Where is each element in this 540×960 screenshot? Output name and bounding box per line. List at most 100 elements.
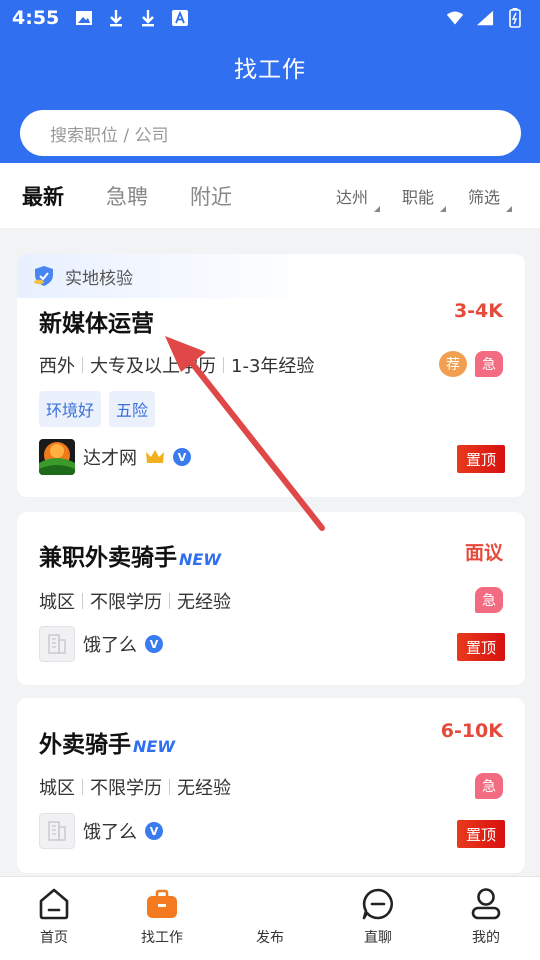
- job-title: 兼职外卖骑手 NEW: [39, 538, 221, 572]
- job-card[interactable]: 兼职外卖骑手 NEW 面议 城区 不限学历 无经验 急 饿了么 V 置顶: [17, 512, 525, 685]
- bottom-nav: 首页 找工作 发布 直聊 我的: [0, 876, 540, 960]
- verified-label: 实地核验: [65, 268, 133, 289]
- job-salary: 3-4K: [453, 300, 503, 322]
- nav-home[interactable]: 首页: [0, 877, 108, 960]
- company-name: 饿了么: [83, 822, 137, 843]
- divider: [169, 779, 170, 795]
- job-experience: 无经验: [177, 778, 231, 799]
- urgent-badge: 急: [475, 587, 503, 613]
- job-salary: 6-10K: [440, 720, 503, 742]
- plus-icon: [253, 887, 287, 921]
- company-name: 达才网: [83, 448, 137, 469]
- image-icon: [75, 9, 93, 27]
- nav-label: 发布: [256, 930, 284, 946]
- pinned-badge: 置顶: [457, 820, 505, 848]
- nav-label: 首页: [40, 930, 68, 946]
- job-badges: 急: [475, 587, 503, 613]
- nav-publish[interactable]: 发布: [216, 877, 324, 960]
- job-education: 不限学历: [90, 592, 162, 613]
- signal-icon: [476, 9, 494, 27]
- company-info[interactable]: 达才网 V: [39, 439, 191, 475]
- status-bar: 4:55: [0, 0, 540, 36]
- recommend-badge: 荐: [439, 351, 467, 377]
- job-location: 城区: [39, 778, 75, 799]
- chat-icon: [361, 887, 395, 921]
- search-input[interactable]: 搜索职位 / 公司: [20, 110, 521, 156]
- divider: [223, 357, 224, 373]
- user-icon: [469, 887, 503, 921]
- nav-label: 我的: [472, 930, 500, 946]
- download-icon: [107, 9, 125, 27]
- job-title-text: 新媒体运营: [39, 311, 154, 337]
- briefcase-icon: [145, 887, 179, 921]
- tab-latest[interactable]: 最新: [22, 181, 64, 211]
- benefit-tag: 环境好: [39, 391, 102, 427]
- job-experience: 1-3年经验: [231, 356, 315, 377]
- divider: [169, 593, 170, 609]
- divider: [82, 593, 83, 609]
- job-meta: 城区 不限学历 无经验: [39, 588, 231, 614]
- job-meta: 城区 不限学历 无经验: [39, 774, 231, 800]
- filter-city[interactable]: 达州: [335, 184, 380, 212]
- home-icon: [37, 887, 71, 921]
- dropdown-triangle-icon: [373, 205, 380, 212]
- benefit-tag: 五险: [109, 391, 156, 427]
- tab-nearby[interactable]: 附近: [190, 181, 232, 211]
- filter-label: 达州: [335, 187, 368, 207]
- filter-label: 筛选: [467, 187, 500, 207]
- urgent-badge: 急: [475, 773, 503, 799]
- job-experience: 无经验: [177, 592, 231, 613]
- translate-icon: [171, 9, 189, 27]
- job-meta: 西外 大专及以上学历 1-3年经验: [39, 352, 314, 378]
- company-logo-placeholder: [39, 813, 75, 849]
- job-title: 新媒体运营: [39, 304, 154, 338]
- nav-jobs[interactable]: 找工作: [108, 877, 216, 960]
- crown-icon: [145, 448, 165, 466]
- company-info[interactable]: 饿了么 V: [39, 813, 163, 849]
- divider: [82, 779, 83, 795]
- company-info[interactable]: 饿了么 V: [39, 626, 163, 662]
- verified-v-icon: V: [145, 635, 163, 653]
- pinned-badge: 置顶: [457, 633, 505, 661]
- job-tags: 环境好 五险: [39, 391, 156, 427]
- shield-check-icon: [33, 265, 55, 287]
- job-badges: 急: [475, 773, 503, 799]
- header: 4:55 找工作 搜索职位 / 公司: [0, 0, 540, 163]
- nav-chat[interactable]: 直聊: [324, 877, 432, 960]
- filter-more[interactable]: 筛选: [467, 184, 512, 212]
- tab-bar: 最新 急聘 附近 达州 职能 筛选: [0, 163, 540, 228]
- nav-profile[interactable]: 我的: [432, 877, 540, 960]
- dropdown-triangle-icon: [439, 205, 446, 212]
- download-icon: [139, 9, 157, 27]
- divider: [82, 357, 83, 373]
- company-logo: [39, 439, 75, 475]
- company-logo-placeholder: [39, 626, 75, 662]
- job-card[interactable]: 外卖骑手 NEW 6-10K 城区 不限学历 无经验 急 饿了么 V 置顶: [17, 698, 525, 873]
- job-salary: 面议: [464, 542, 503, 564]
- job-location: 西外: [39, 356, 75, 377]
- new-label: NEW: [133, 737, 175, 756]
- verified-v-icon: V: [173, 448, 191, 466]
- job-education: 不限学历: [90, 778, 162, 799]
- job-education: 大专及以上学历: [90, 356, 216, 377]
- battery-icon: [506, 8, 524, 28]
- job-card[interactable]: 实地核验 新媒体运营 3-4K 西外 大专及以上学历 1-3年经验 荐 急 环境…: [17, 254, 525, 497]
- job-badges: 荐 急: [439, 351, 503, 377]
- new-label: NEW: [179, 550, 221, 569]
- dropdown-triangle-icon: [506, 205, 512, 212]
- company-name: 饿了么: [83, 635, 137, 656]
- urgent-badge: 急: [475, 351, 503, 377]
- status-time: 4:55: [12, 7, 60, 29]
- verified-v-icon: V: [145, 822, 163, 840]
- tab-urgent[interactable]: 急聘: [106, 181, 148, 211]
- filter-label: 职能: [401, 187, 434, 207]
- page-title: 找工作: [234, 57, 306, 83]
- job-location: 城区: [39, 592, 75, 613]
- filter-function[interactable]: 职能: [401, 184, 446, 212]
- pinned-badge: 置顶: [457, 445, 505, 473]
- nav-label: 找工作: [141, 930, 183, 946]
- job-title: 外卖骑手 NEW: [39, 725, 175, 759]
- job-title-text: 外卖骑手: [39, 732, 131, 758]
- wifi-icon: [446, 9, 464, 27]
- verified-banner: 实地核验: [17, 254, 317, 298]
